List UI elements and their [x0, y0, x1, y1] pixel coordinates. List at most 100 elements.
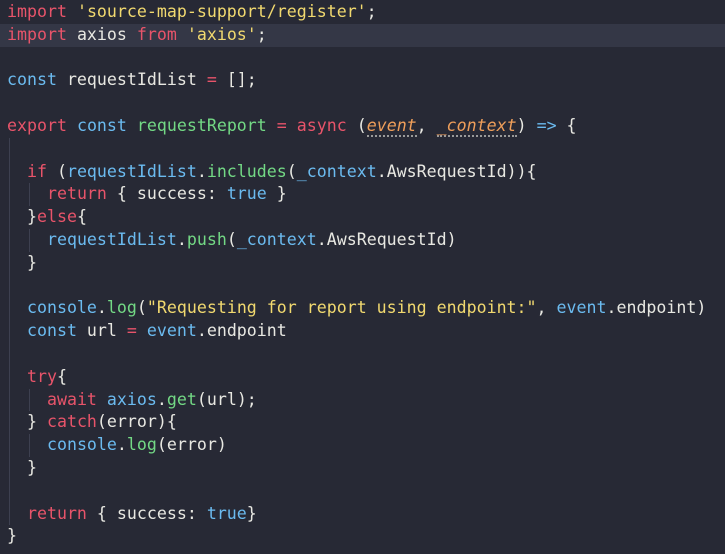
code-token: = — [206, 70, 217, 90]
code-line[interactable]: console.log("Requesting for report using… — [0, 297, 725, 321]
code-token: } — [7, 412, 47, 432]
code-token: else — [36, 207, 77, 227]
code-token: , — [416, 115, 437, 135]
code-token: return — [46, 184, 107, 204]
code-line[interactable] — [0, 274, 725, 298]
code-token: => — [536, 115, 557, 135]
code-line[interactable]: await axios.get(url); — [0, 388, 725, 412]
indent-guide — [29, 228, 30, 252]
indent-guide — [9, 320, 10, 343]
code-token: const — [7, 70, 57, 90]
code-token: event — [146, 321, 197, 341]
code-line[interactable]: import 'source-map-support/register'; — [0, 1, 725, 24]
code-token: true — [206, 503, 247, 523]
code-line[interactable]: requestIdList.push(_context.AwsRequestId… — [0, 228, 725, 252]
code-token: .endpoint) — [606, 298, 707, 318]
code-token: return — [26, 503, 87, 523]
code-token: get — [166, 389, 197, 409]
code-token: (error){ — [96, 412, 177, 432]
indent-guide — [9, 183, 10, 207]
code-token: . — [156, 389, 167, 409]
code-line[interactable] — [0, 92, 725, 115]
indent-guide — [9, 206, 10, 229]
code-token: { — [56, 366, 67, 386]
code-token: { — [556, 115, 577, 135]
code-token: axios — [106, 389, 157, 409]
indent-guide — [29, 183, 30, 207]
indent-guide — [9, 411, 10, 435]
code-token: } — [7, 457, 37, 477]
code-token: ( — [286, 161, 297, 181]
code-editor[interactable]: import 'source-map-support/register'; imp… — [0, 0, 725, 554]
code-line[interactable]: export const requestReport = async (even… — [0, 115, 725, 138]
code-line[interactable]: } — [0, 525, 725, 548]
code-line[interactable]: } catch(error){ — [0, 411, 725, 435]
code-line[interactable]: import axios from 'axios'; — [0, 23, 725, 47]
code-token: ( — [226, 229, 237, 249]
code-token: await — [46, 389, 97, 409]
code-line[interactable]: if (requestIdList.includes(_context.AwsR… — [0, 160, 725, 184]
code-line[interactable]: console.log(error) — [0, 434, 725, 457]
code-token: requestIdList — [66, 161, 197, 181]
code-line[interactable]: const requestIdList = []; — [0, 69, 725, 92]
code-line[interactable]: return { success: true } — [0, 183, 725, 207]
code-line[interactable] — [0, 342, 725, 366]
code-line[interactable]: }else{ — [0, 206, 725, 229]
code-token: axios — [66, 24, 137, 44]
indent-guide — [9, 456, 10, 480]
code-token: .AwsRequestId) — [316, 229, 457, 249]
indent-guide — [9, 228, 10, 252]
code-token: . — [176, 229, 187, 249]
code-token: true — [226, 184, 267, 204]
code-line[interactable] — [0, 137, 725, 161]
code-token: const — [76, 115, 127, 135]
code-token: 'axios' — [186, 24, 257, 44]
code-token: event — [366, 115, 417, 137]
code-token: catch — [46, 412, 97, 432]
code-token: includes — [206, 161, 287, 181]
indent-guide — [29, 388, 30, 412]
code-token: . — [96, 298, 107, 318]
indent-guide — [9, 388, 10, 412]
code-token: _context — [296, 161, 377, 181]
code-line[interactable]: } — [0, 251, 725, 275]
code-token: ( — [136, 298, 147, 318]
indent-guide — [9, 274, 10, 298]
code-token: log — [106, 298, 137, 318]
code-line[interactable] — [0, 479, 725, 503]
code-token: { — [76, 207, 87, 227]
code-line[interactable]: const url = event.endpoint — [0, 320, 725, 343]
code-token: ) — [516, 115, 537, 135]
code-line[interactable]: } — [0, 456, 725, 480]
code-token: = — [276, 115, 287, 135]
indent-guide — [9, 479, 10, 503]
code-token: } — [7, 252, 37, 272]
code-token: } — [246, 503, 257, 523]
code-token: } — [266, 184, 287, 204]
code-line[interactable]: return { success: true} — [0, 502, 725, 526]
code-token: event — [556, 298, 607, 318]
code-token: "Requesting for report using endpoint:" — [146, 298, 537, 318]
code-token: . — [196, 161, 207, 181]
code-token: []; — [216, 70, 257, 90]
code-line[interactable]: try{ — [0, 365, 725, 389]
code-line[interactable] — [0, 47, 725, 70]
code-token: . — [116, 435, 127, 455]
code-token: requestIdList — [56, 70, 207, 90]
code-token: requestReport — [136, 115, 267, 135]
code-token: .endpoint — [196, 321, 287, 341]
code-token: { success: — [106, 184, 227, 204]
code-token: ; — [366, 2, 377, 21]
indent-guide — [9, 502, 10, 526]
indent-guide — [9, 137, 10, 161]
code-token: ( — [346, 115, 367, 135]
indent-guide — [9, 434, 10, 457]
